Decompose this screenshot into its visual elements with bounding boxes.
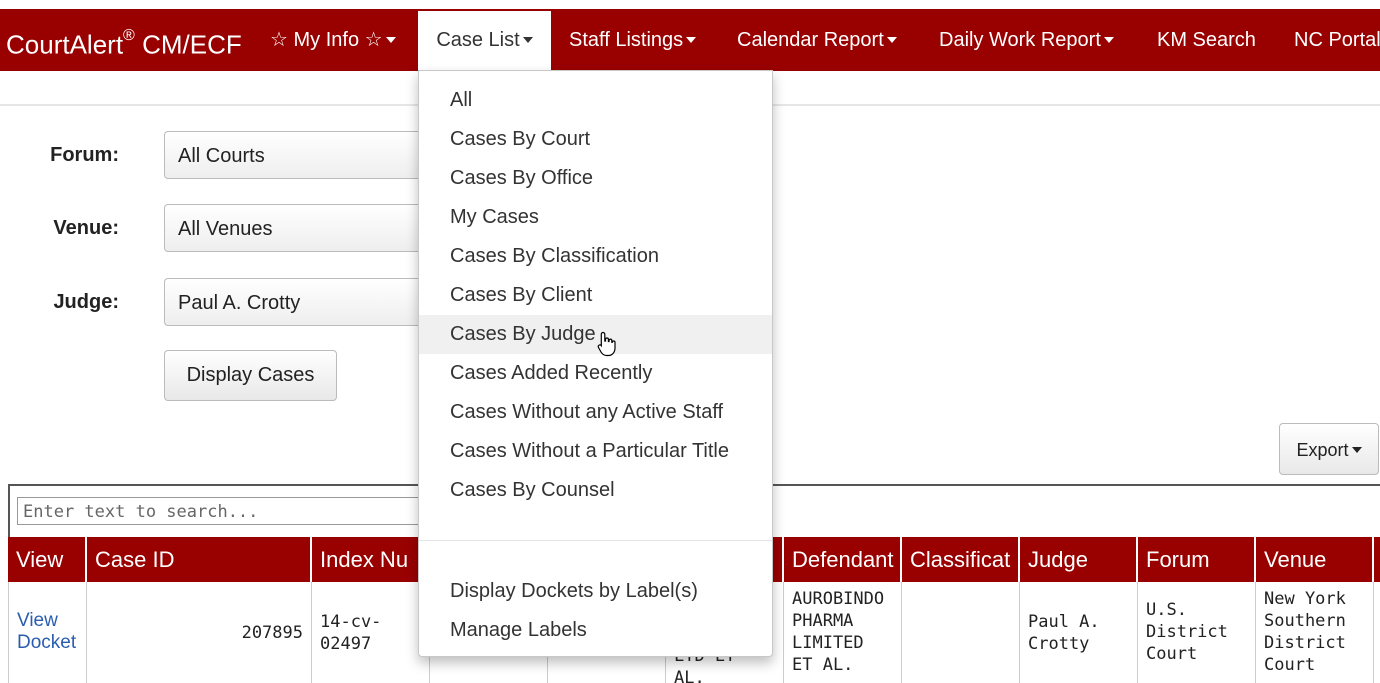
column-header-case-id[interactable]: Case ID (87, 537, 312, 582)
table-cell-index-number: 14-cv-02497 (312, 582, 430, 683)
chevron-down-icon (385, 36, 396, 43)
column-header-view[interactable]: View (8, 537, 87, 582)
chevron-down-icon (686, 36, 697, 43)
brand-name: CourtAlert (6, 29, 124, 60)
column-header-venue[interactable]: Venue (1256, 537, 1374, 582)
nav-my-info[interactable]: ☆ My Info ☆ (270, 9, 396, 71)
table-cell-forum: U.S. District Court (1138, 582, 1256, 683)
view-docket-link[interactable]: View Docket (17, 610, 76, 653)
nav-case-list[interactable]: Case List (418, 11, 551, 71)
brand-suffix: CM/ECF (134, 29, 242, 60)
menu-item-cases-without-active-staff[interactable]: Cases Without any Active Staff (419, 393, 772, 432)
table-cell-defendant: AUROBINDO PHARMA LIMITED ET AL. (784, 582, 902, 683)
chevron-down-icon (886, 36, 897, 43)
table-cell-view: View Docket (8, 582, 87, 683)
menu-divider (419, 540, 772, 541)
judge-label: Judge: (53, 291, 119, 313)
forum-select[interactable]: All Courts (164, 131, 434, 179)
menu-item-display-dockets-by-label[interactable]: Display Dockets by Label(s) (419, 572, 772, 611)
menu-item-cases-by-office[interactable]: Cases By Office (419, 159, 772, 198)
menu-item-all[interactable]: All (419, 81, 772, 120)
nav-nc-portal[interactable]: NC Portal (1294, 9, 1380, 71)
nav-case-list-label: Case List (436, 29, 520, 51)
chevron-down-icon (522, 36, 533, 43)
column-header-judge[interactable]: Judge (1020, 537, 1138, 582)
menu-item-cases-by-counsel[interactable]: Cases By Counsel (419, 471, 772, 510)
menu-item-cases-by-judge[interactable]: Cases By Judge (419, 315, 772, 354)
menu-item-my-cases[interactable]: My Cases (419, 198, 772, 237)
nav-calendar-report[interactable]: Calendar Report (737, 9, 897, 71)
nav-my-info-label: ☆ My Info ☆ (270, 29, 383, 51)
menu-item-cases-by-court[interactable]: Cases By Court (419, 120, 772, 159)
search-input[interactable]: Enter text to search... (17, 497, 447, 525)
chevron-down-icon (1103, 36, 1114, 43)
nav-staff-listings-label: Staff Listings (569, 29, 684, 51)
menu-item-cases-by-client[interactable]: Cases By Client (419, 276, 772, 315)
export-button-label: Export (1296, 440, 1349, 460)
export-button[interactable]: Export (1279, 423, 1379, 475)
column-header-classification[interactable]: Classificat (902, 537, 1020, 582)
table-cell-judge: Paul A. Crotty (1020, 582, 1138, 683)
nav-staff-listings[interactable]: Staff Listings (569, 9, 697, 71)
venue-label: Venue: (53, 217, 119, 239)
venue-select[interactable]: All Venues (164, 204, 434, 252)
menu-item-cases-added-recently[interactable]: Cases Added Recently (419, 354, 772, 393)
nav-daily-work-report[interactable]: Daily Work Report (939, 9, 1114, 71)
nav-km-search[interactable]: KM Search (1157, 9, 1256, 71)
nav-daily-work-report-label: Daily Work Report (939, 29, 1101, 51)
chevron-down-icon (1351, 447, 1362, 454)
menu-item-cases-by-classification[interactable]: Cases By Classification (419, 237, 772, 276)
column-header-forum[interactable]: Forum (1138, 537, 1256, 582)
case-list-dropdown: All Cases By Court Cases By Office My Ca… (418, 70, 773, 657)
column-header-defendant[interactable]: Defendant (784, 537, 902, 582)
menu-item-manage-labels[interactable]: Manage Labels (419, 611, 772, 650)
forum-label: Forum: (50, 144, 119, 166)
nav-calendar-report-label: Calendar Report (737, 29, 884, 51)
judge-select[interactable]: Paul A. Crotty (164, 278, 434, 326)
table-cell-classification (902, 582, 1020, 683)
display-cases-button[interactable]: Display Cases (164, 350, 337, 401)
brand-logo[interactable]: CourtAlert® CM/ECF (6, 9, 242, 71)
table-cell-venue: New York Southern District Court (1256, 582, 1374, 683)
hand-cursor-icon (597, 331, 616, 357)
column-header-index-number[interactable]: Index Nu (312, 537, 430, 582)
table-cell-case-id: 207895 (87, 582, 312, 683)
menu-item-cases-without-particular-title[interactable]: Cases Without a Particular Title (419, 432, 772, 471)
brand-registered-mark: ® (123, 27, 135, 44)
